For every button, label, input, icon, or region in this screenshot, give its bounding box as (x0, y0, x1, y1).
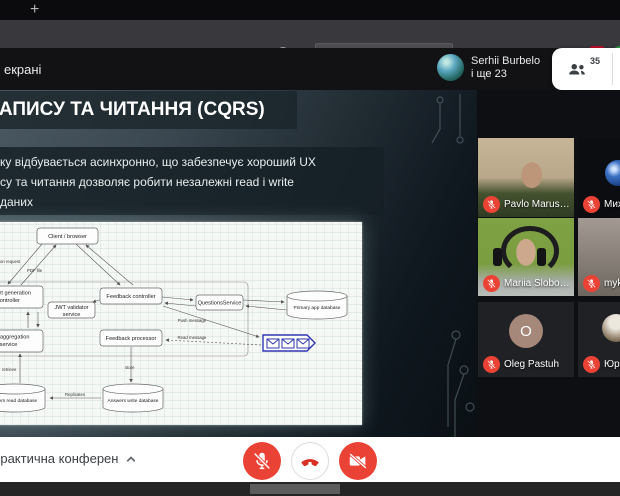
svg-text:Answers read database: Answers read database (0, 398, 38, 404)
participant-name: myk (604, 278, 620, 289)
slide-body-block: ку відбувається асинхронно, що забезпечу… (0, 147, 384, 215)
presenter-chip[interactable]: Serhii Burbelo і ще 23 (471, 55, 540, 81)
mic-toggle-button[interactable] (243, 442, 281, 480)
svg-text:data aggregation: data aggregation (0, 335, 30, 341)
svg-text:Feedback controller: Feedback controller (106, 294, 155, 300)
cqrs-diagram: Client / browser Report generation contr… (0, 222, 362, 425)
shared-screen: ЗАПИСУ ТА ЧИТАННЯ (CQRS) ку відбувається… (0, 90, 477, 437)
browser-toolbar: https://meet.google.com/tmx-diva-oqw?pli… (0, 20, 620, 49)
meeting-title: Практична конферен… (0, 451, 120, 469)
participant-name: Pavlo Marus… (504, 199, 570, 210)
participant-tile[interactable]: Юрі (578, 302, 620, 377)
participant-name: Юрі (604, 359, 620, 370)
mic-muted-badge (583, 196, 600, 213)
participants-panel: Pavlo Marus… Мих Mariia Slobo… myk O (477, 90, 620, 437)
scrollbar-thumb[interactable] (250, 484, 340, 494)
participant-name: Oleg Pastuh (504, 359, 559, 370)
avatar-letter: O (520, 323, 532, 340)
presenter-avatar (437, 54, 464, 81)
browser-tab-bar: + (0, 0, 620, 20)
slide-title-block: ЗАПИСУ ТА ЧИТАННЯ (CQRS) (0, 91, 297, 129)
participant-avatar (605, 160, 620, 186)
svg-text:Report generation: Report generation (0, 291, 31, 297)
svg-text:Push message: Push message (178, 318, 207, 323)
mic-muted-badge (583, 356, 600, 373)
participant-tile[interactable]: Mariia Slobo… (478, 218, 574, 296)
node-report-controller (0, 286, 43, 308)
panel-divider (612, 53, 613, 85)
mic-off-icon (251, 450, 273, 472)
participant-name: Мих (604, 199, 620, 210)
mic-muted-badge (483, 275, 500, 292)
meet-header: екрані Serhii Burbelo і ще 23 35 (0, 48, 620, 90)
participant-avatar: O (509, 314, 543, 348)
call-bottom-bar: Практична конферен… (0, 437, 620, 482)
presenter-name: Serhii Burbelo (471, 55, 540, 68)
hangup-button[interactable] (291, 442, 329, 480)
people-icon (566, 58, 588, 80)
participant-tile[interactable]: Pavlo Marus… (478, 138, 574, 217)
camera-off-icon (347, 450, 369, 472)
message-queue (263, 335, 315, 351)
mic-muted-badge (483, 356, 500, 373)
participants-count: 35 (590, 56, 600, 66)
svg-text:service: service (63, 312, 81, 318)
svg-text:report generation request: report generation request (0, 259, 21, 264)
chevron-up-icon[interactable] (122, 450, 140, 468)
svg-text:store: store (125, 365, 135, 370)
participant-tile[interactable]: Мих (578, 138, 620, 217)
svg-text:Answers write database: Answers write database (108, 398, 159, 404)
mic-muted-badge (583, 275, 600, 292)
node-client-label: Client / browser (48, 234, 87, 240)
participant-tile[interactable]: myk (578, 218, 620, 296)
camera-toggle-button[interactable] (339, 442, 377, 480)
slide-body-line: ку відбувається асинхронно, що забезпечу… (0, 152, 384, 172)
meeting-title-text: Практична конферен… (0, 451, 120, 466)
participant-name: Mariia Slobo… (504, 278, 570, 289)
participant-avatar (602, 314, 620, 342)
participants-count-panel[interactable]: 35 (552, 48, 620, 90)
slide-body-line: су та читання дозволяє робити незалежні … (0, 172, 384, 192)
svg-text:Feedback processor: Feedback processor (106, 336, 157, 342)
svg-text:PDF file: PDF file (27, 268, 43, 273)
svg-text:service: service (0, 342, 17, 348)
new-tab-button[interactable]: + (30, 0, 39, 20)
svg-text:QuestionsService: QuestionsService (198, 301, 242, 307)
mic-muted-badge (483, 196, 500, 213)
svg-text:controller: controller (0, 298, 20, 304)
presenter-more-count: і ще 23 (471, 68, 540, 81)
svg-text:Primary app database: Primary app database (294, 305, 341, 311)
app-window: + https://meet.google.com/tmx-diva-oqw?p… (0, 0, 620, 496)
slide-body-line: даних (0, 192, 384, 212)
svg-text:JWT validator: JWT validator (54, 305, 88, 311)
svg-text:retrieve: retrieve (2, 367, 17, 372)
hangup-icon (299, 450, 321, 472)
svg-text:Read message: Read message (178, 335, 208, 340)
svg-text:Replicates: Replicates (65, 392, 85, 397)
node-aggregation-service (0, 330, 43, 352)
screen-share-banner: екрані (4, 62, 41, 77)
participant-tile[interactable]: O Oleg Pastuh (478, 302, 574, 377)
slide-title: ЗАПИСУ ТА ЧИТАННЯ (CQRS) (0, 99, 297, 121)
